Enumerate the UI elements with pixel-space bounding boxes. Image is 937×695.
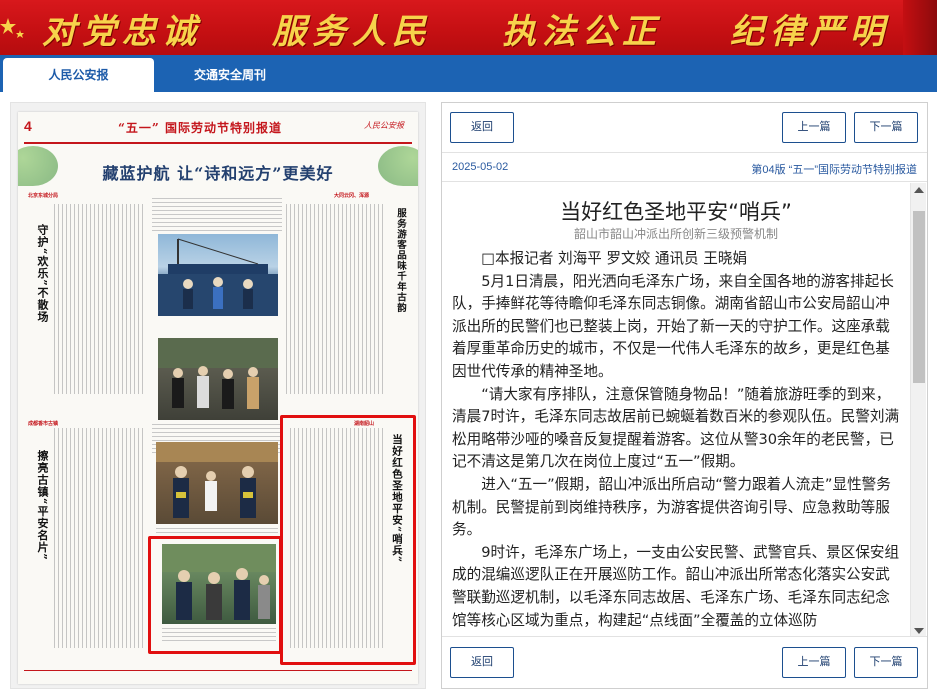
star-decoration-icon — [0, 18, 24, 38]
article-scrollbar[interactable] — [910, 183, 926, 638]
text-column — [286, 204, 386, 394]
text-block — [152, 198, 282, 232]
tab-renmin-gongan-bao[interactable]: 人民公安报 — [3, 58, 154, 92]
selected-article-highlight[interactable] — [280, 415, 416, 665]
article-paragraph: 9时许，毛泽东广场上，一支由公安民警、武警官兵、景区保安组成的混编巡逻队正在开展… — [452, 543, 900, 629]
text-column — [54, 428, 146, 648]
scrollbar-thumb[interactable] — [913, 211, 925, 383]
article-info-bar: 2025-05-02 第04版 “五一”国际劳动节特别报道 — [442, 152, 927, 182]
page-footer — [24, 670, 412, 680]
banner-slogan: 服务人民 — [272, 12, 432, 52]
section-place: 北京东城分局 — [28, 193, 59, 199]
article-panel: 返回 上一篇 下一篇 2025-05-02 第04版 “五一”国际劳动节特别报道… — [441, 102, 928, 689]
back-button[interactable]: 返回 — [450, 112, 514, 143]
page-masthead: “五一” 国际劳动节特别报道 — [118, 121, 282, 135]
newspaper-page: 4 “五一” 国际劳动节特别报道 人民公安报 藏蓝护航 让“诗和远方”更美好 北… — [18, 112, 418, 684]
article-text: □本报记者 刘海平 罗文姣 通讯员 王晓娟 5月1日清晨，阳光洒向毛泽东广场，来… — [452, 248, 904, 632]
section-title: 服务游客品味千年古韵 — [395, 208, 406, 313]
page-headline: 藏蓝护航 让“诗和远方”更美好 — [102, 164, 334, 183]
scroll-down-arrow-icon[interactable] — [914, 628, 924, 634]
section-place: 成都香市古镇 — [28, 421, 59, 427]
article-paragraph: “请大家有序排队，注意保管随身物品！”随着旅游旺季的到来，清晨7时许，毛泽东同志… — [452, 385, 900, 471]
page-number: 4 — [24, 118, 32, 134]
top-banner: 对党忠诚 服务人民 执法公正 纪律严明 — [0, 0, 937, 55]
article-bottom-bar: 返回 上一篇 下一篇 — [442, 636, 927, 688]
tab-jiaotong-anquan-zhoukan[interactable]: 交通安全周刊 — [160, 58, 300, 92]
newspaper-logo: 人民公安报 — [364, 121, 404, 130]
next-article-button[interactable]: 下一篇 — [854, 112, 918, 143]
banner-slogan: 对党忠诚 — [42, 12, 202, 52]
newspaper-viewer: 4 “五一” 国际劳动节特别报道 人民公安报 藏蓝护航 让“诗和远方”更美好 北… — [10, 102, 426, 689]
next-article-button-bottom[interactable]: 下一篇 — [854, 647, 918, 678]
article-subtitle: 韶山市韶山冲派出所创新三级预警机制 — [573, 227, 778, 241]
masthead-rule — [24, 142, 412, 144]
article-content[interactable]: 当好红色圣地平安“哨兵” 韶山市韶山冲派出所创新三级预警机制 □本报记者 刘海平… — [442, 183, 910, 638]
selected-photo-highlight[interactable] — [148, 536, 282, 654]
text-column — [54, 204, 146, 394]
tab-bar: 人民公安报 交通安全周刊 — [0, 55, 937, 92]
scroll-up-arrow-icon[interactable] — [914, 187, 924, 193]
photo-police-ship — [158, 234, 278, 316]
back-button-bottom[interactable]: 返回 — [450, 647, 514, 678]
article-paragraph: 5月1日清晨，阳光洒向毛泽东广场，来自全国各地的游客排起长队，手捧鲜花等待瞻仰毛… — [452, 272, 894, 380]
prev-article-button[interactable]: 上一篇 — [782, 112, 846, 143]
photo-ancient-town-police — [156, 442, 278, 524]
banner-pillar — [903, 0, 937, 55]
article-byline: □本报记者 刘海平 罗文姣 通讯员 王晓娟 — [481, 250, 748, 267]
section-place: 大同云冈、浑源 — [334, 193, 370, 199]
article-title: 当好红色圣地平安“哨兵” — [560, 200, 792, 224]
banner-slogan: 执法公正 — [502, 12, 662, 52]
prev-article-button-bottom[interactable]: 上一篇 — [782, 647, 846, 678]
banner-slogan: 纪律严明 — [730, 12, 890, 52]
section-title: 守护“欢乐”不散场 — [36, 224, 49, 323]
article-date: 2025-05-02 — [452, 161, 509, 173]
photo-police-crowd — [158, 338, 278, 420]
article-paragraph: 进入“五一”假期，韶山冲派出所启动“警力跟着人流走”显性警务机制。民警提前到岗维… — [452, 475, 891, 539]
caption-block — [156, 528, 278, 536]
section-title: 擦亮古镇“平安名片” — [36, 450, 49, 561]
article-section-link[interactable]: 第04版 “五一”国际劳动节特别报道 — [751, 161, 917, 177]
